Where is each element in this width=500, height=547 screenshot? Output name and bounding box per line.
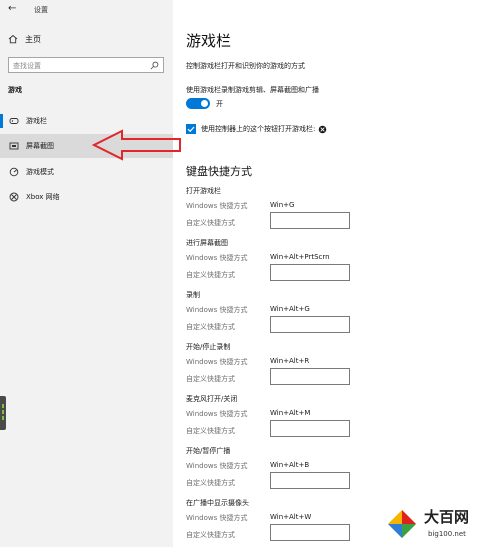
game-bar-icon: [9, 118, 19, 124]
record-setting-label: 使用游戏栏录制游戏剪辑、屏幕截图和广播: [186, 86, 319, 94]
toggle-state-label: 开: [216, 100, 223, 108]
windows-shortcut-value: Win+Alt+PrtScrn: [270, 253, 330, 261]
shortcut-group-microphone: 麦克风打开/关闭 Windows 快捷方式 Win+Alt+M 自定义快捷方式: [186, 394, 486, 446]
shortcut-group-broadcast: 开始/暂停广播 Windows 快捷方式 Win+Alt+B 自定义快捷方式: [186, 446, 486, 498]
custom-shortcut-input[interactable]: [270, 316, 350, 333]
sidebar-item-label: Xbox 网络: [26, 193, 60, 201]
main-content: 游戏栏 控制游戏栏打开和识别你的游戏的方式 使用游戏栏录制游戏剪辑、屏幕截图和广…: [173, 0, 500, 547]
windows-shortcut-label: Windows 快捷方式: [186, 358, 248, 366]
shortcut-group-start-stop-recording: 开始/停止录制 Windows 快捷方式 Win+Alt+R 自定义快捷方式: [186, 342, 486, 394]
red-arrow-icon: [92, 129, 181, 161]
windows-shortcut-value: Win+Alt+W: [270, 513, 312, 521]
screenshot-icon: [9, 142, 19, 150]
custom-shortcut-input[interactable]: [270, 212, 350, 229]
custom-shortcut-input[interactable]: [270, 472, 350, 489]
windows-shortcut-label: Windows 快捷方式: [186, 306, 248, 314]
controller-checkbox-label: 使用控制器上的这个按钮打开游戏栏:: [201, 125, 316, 133]
windows-shortcut-value: Win+G: [270, 201, 295, 209]
keyboard-shortcuts-title: 键盘快捷方式: [186, 165, 252, 178]
sidebar-item-label: 屏幕截图: [26, 142, 54, 150]
custom-shortcut-input[interactable]: [270, 264, 350, 281]
shortcut-group-take-screenshot: 进行屏幕截图 Windows 快捷方式 Win+Alt+PrtScrn 自定义快…: [186, 238, 486, 290]
windows-shortcut-label: Windows 快捷方式: [186, 202, 248, 210]
home-link[interactable]: 主页: [8, 33, 41, 45]
home-icon: [8, 34, 18, 44]
windows-shortcut-label: Windows 快捷方式: [186, 410, 248, 418]
watermark-name: 大百网: [424, 508, 470, 526]
search-icon[interactable]: [150, 61, 159, 70]
page-title: 游戏栏: [186, 32, 232, 50]
shortcut-name: 打开游戏栏: [186, 187, 221, 195]
side-handle[interactable]: [0, 396, 6, 430]
shortcut-name: 在广播中显示摄像头: [186, 499, 249, 507]
xbox-icon: [9, 192, 19, 202]
custom-shortcut-label: 自定义快捷方式: [186, 271, 235, 279]
settings-sidebar: ← 设置 主页 查找设置 游戏 游戏栏 屏幕截图 游戏模式 Xbox 网络: [0, 0, 173, 547]
windows-shortcut-value: Win+Alt+M: [270, 409, 311, 417]
page-description: 控制游戏栏打开和识别你的游戏的方式: [186, 62, 305, 70]
custom-shortcut-label: 自定义快捷方式: [186, 219, 235, 227]
shortcut-group-record: 录制 Windows 快捷方式 Win+Alt+G 自定义快捷方式: [186, 290, 486, 342]
controller-checkbox[interactable]: [186, 124, 196, 134]
custom-shortcut-label: 自定义快捷方式: [186, 375, 235, 383]
custom-shortcut-label: 自定义快捷方式: [186, 323, 235, 331]
home-label: 主页: [25, 34, 41, 44]
windows-shortcut-value: Win+Alt+G: [270, 305, 310, 313]
windows-shortcut-label: Windows 快捷方式: [186, 462, 248, 470]
controller-checkbox-label-row: 使用控制器上的这个按钮打开游戏栏:: [201, 124, 327, 134]
custom-shortcut-input[interactable]: [270, 368, 350, 385]
shortcut-name: 麦克风打开/关闭: [186, 395, 238, 403]
search-input[interactable]: 查找设置: [8, 57, 164, 73]
section-label-gaming: 游戏: [8, 86, 22, 94]
custom-shortcut-label: 自定义快捷方式: [186, 479, 235, 487]
sidebar-item-label: 游戏栏: [26, 117, 47, 125]
windows-shortcut-label: Windows 快捷方式: [186, 514, 248, 522]
sidebar-item-label: 游戏模式: [26, 168, 54, 176]
custom-shortcut-input[interactable]: [270, 420, 350, 437]
sidebar-item-xbox-network[interactable]: Xbox 网络: [0, 185, 173, 209]
game-mode-icon: [9, 167, 19, 177]
title-bar: ← 设置: [0, 0, 173, 20]
record-toggle[interactable]: [186, 98, 210, 109]
shortcut-name: 开始/暂停广播: [186, 447, 231, 455]
sidebar-item-game-mode[interactable]: 游戏模式: [0, 160, 173, 184]
custom-shortcut-label: 自定义快捷方式: [186, 427, 235, 435]
watermark-logo-icon: [388, 510, 416, 538]
shortcut-group-open-game-bar: 打开游戏栏 Windows 快捷方式 Win+G 自定义快捷方式: [186, 186, 486, 238]
xbox-icon: [319, 125, 327, 133]
shortcut-name: 进行屏幕截图: [186, 239, 228, 247]
watermark-url: big100.net: [428, 530, 466, 538]
search-placeholder: 查找设置: [13, 62, 41, 70]
windows-shortcut-value: Win+Alt+R: [270, 357, 310, 365]
window-title: 设置: [34, 6, 48, 14]
windows-shortcut-value: Win+Alt+B: [270, 461, 310, 469]
shortcut-name: 开始/停止录制: [186, 343, 231, 351]
watermark: 大百网 big100.net: [380, 500, 500, 547]
custom-shortcut-label: 自定义快捷方式: [186, 531, 235, 539]
shortcut-name: 录制: [186, 291, 200, 299]
windows-shortcut-label: Windows 快捷方式: [186, 254, 248, 262]
back-arrow-icon[interactable]: ←: [8, 3, 16, 14]
custom-shortcut-input[interactable]: [270, 524, 350, 541]
